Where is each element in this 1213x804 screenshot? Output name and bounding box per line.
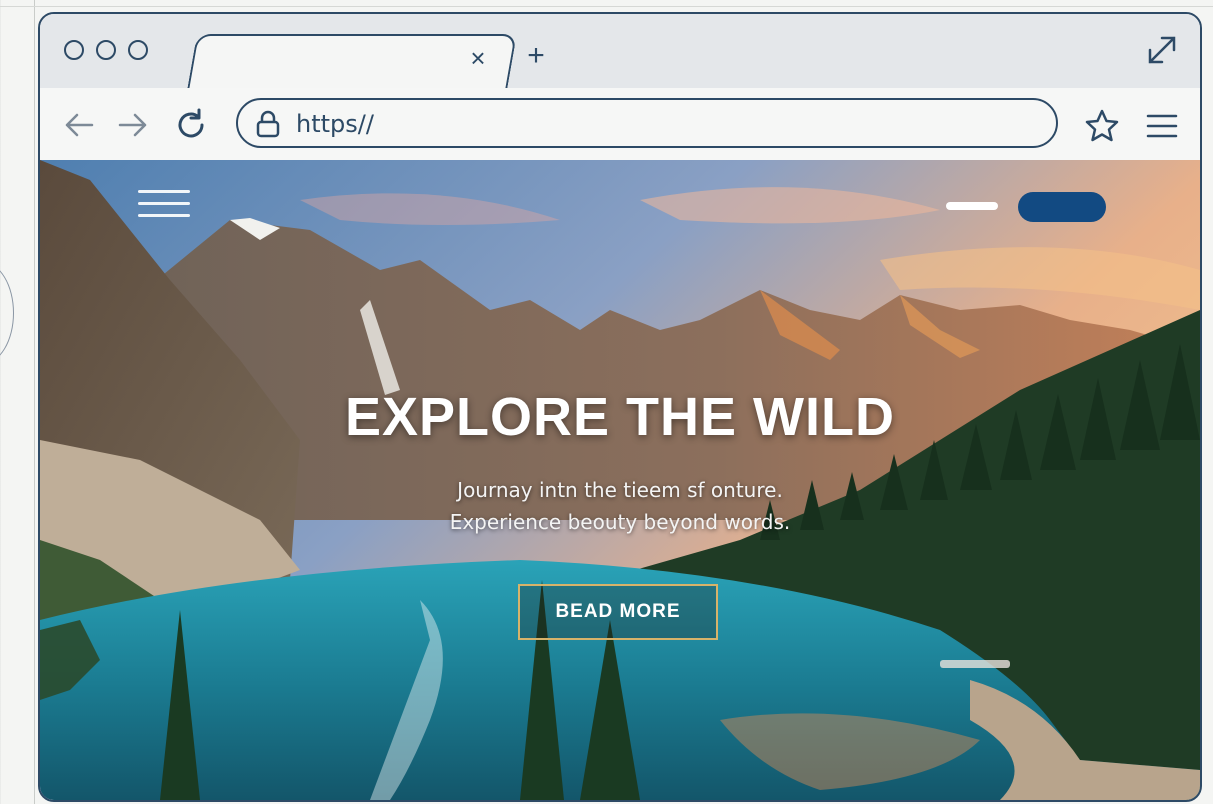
- nav-cta-button[interactable]: [1018, 192, 1106, 222]
- browser-toolbar: https//: [40, 88, 1200, 162]
- arrow-left-icon[interactable]: [62, 108, 96, 142]
- star-icon[interactable]: [1084, 108, 1120, 144]
- lock-icon: [256, 110, 280, 138]
- nav-link-placeholder[interactable]: [946, 202, 998, 210]
- hero-title: EXPLORE THE WILD: [344, 387, 895, 447]
- hero-subtitle-line-1: Journay intn the tieem sf onture.: [457, 478, 783, 502]
- address-bar[interactable]: https//: [236, 98, 1058, 148]
- read-more-button[interactable]: BEAD MORE: [518, 584, 718, 640]
- site-menu-icon[interactable]: [138, 190, 190, 224]
- sketch-guide-line: [0, 6, 1213, 7]
- window-maximize-dot-icon[interactable]: [128, 40, 148, 60]
- tab-bar: × +: [40, 14, 1200, 90]
- window-close-dot-icon[interactable]: [64, 40, 84, 60]
- window-minimize-dot-icon[interactable]: [96, 40, 116, 60]
- browser-window: × + https// EXPLORE THE WILD Journay int…: [38, 12, 1202, 802]
- url-text[interactable]: https//: [296, 110, 374, 138]
- tab-close-icon[interactable]: ×: [464, 44, 492, 72]
- sketch-guide-line: [34, 0, 35, 804]
- hamburger-menu-icon[interactable]: [1146, 112, 1178, 140]
- web-page-viewport: EXPLORE THE WILD Journay intn the tieem …: [40, 160, 1200, 800]
- reload-icon[interactable]: [174, 108, 208, 142]
- arrow-right-icon[interactable]: [116, 108, 150, 142]
- new-tab-icon[interactable]: +: [522, 41, 550, 71]
- window-controls: [64, 40, 148, 60]
- hero-subtitle-line-2: Experience beouty beyond words.: [449, 510, 791, 534]
- expand-icon[interactable]: [1146, 34, 1178, 66]
